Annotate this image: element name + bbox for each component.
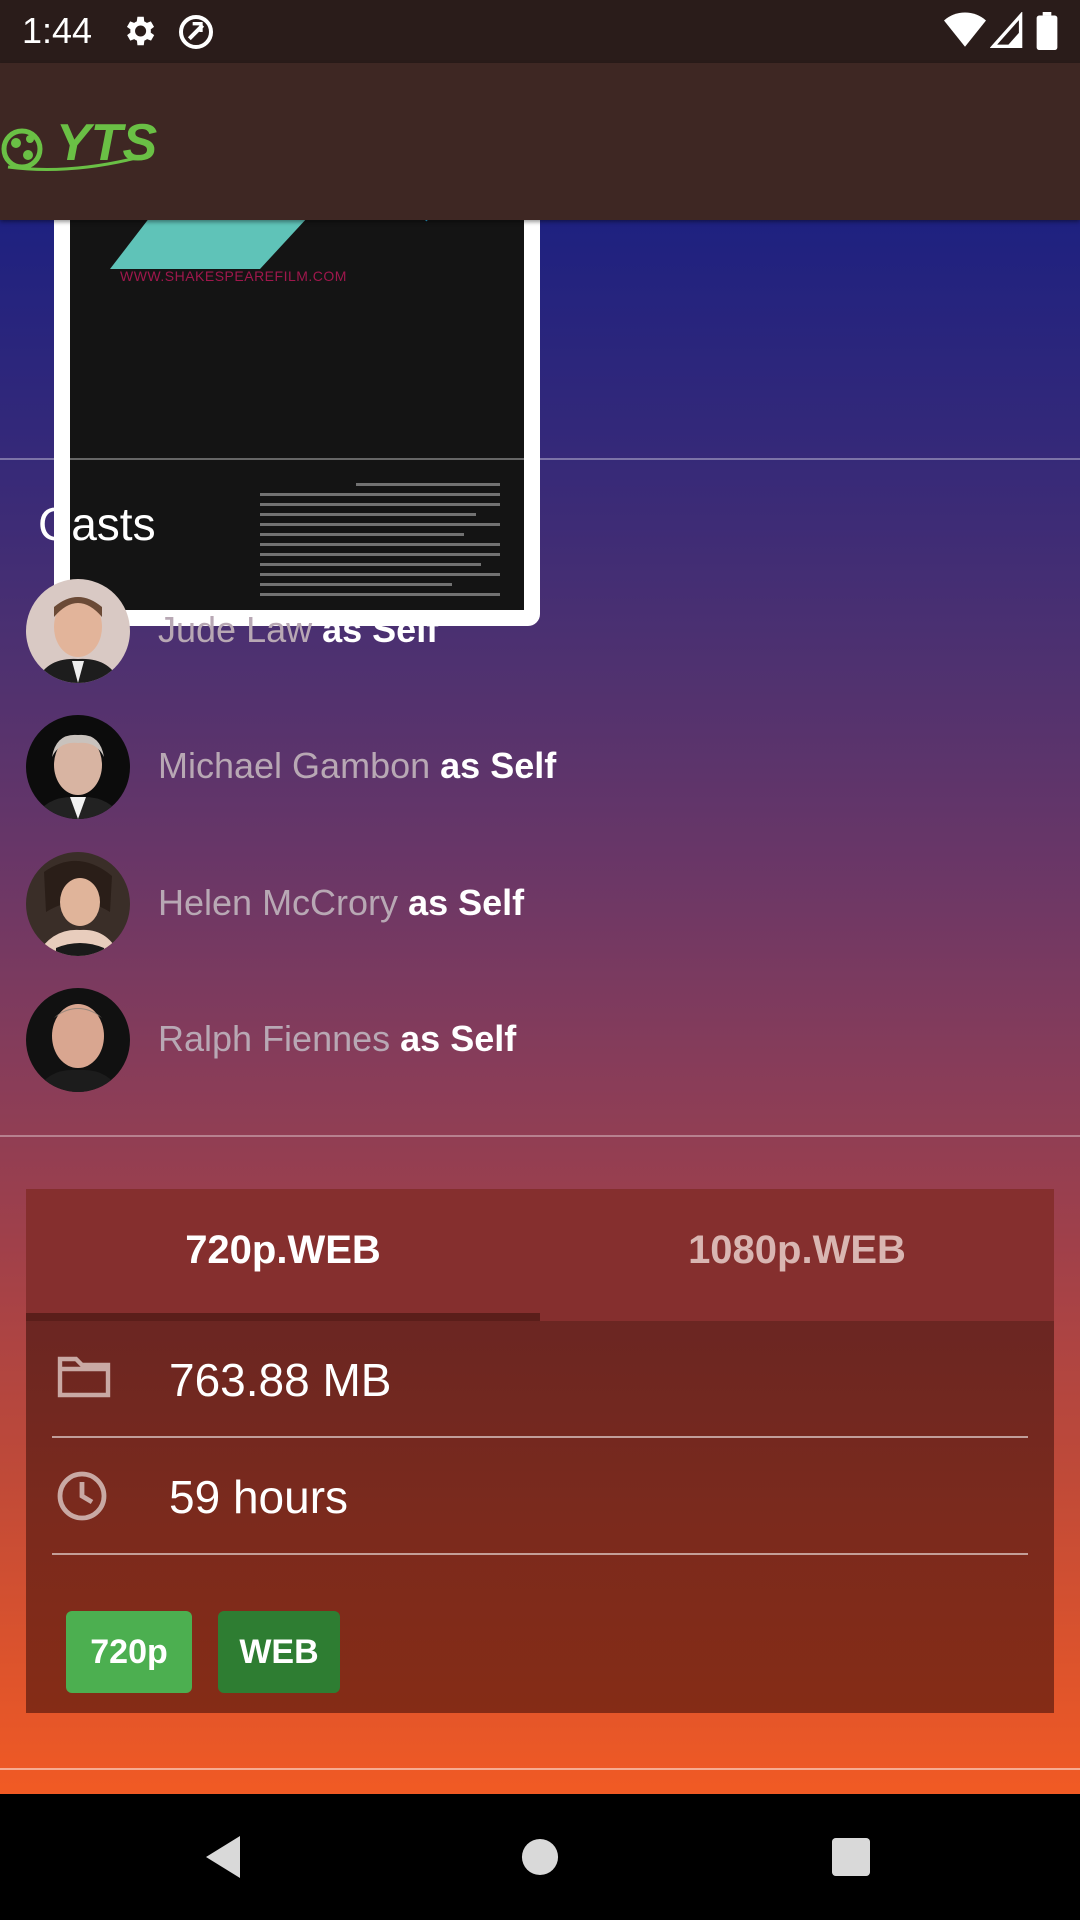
tab-1080p-web[interactable]: 1080p.WEB: [540, 1189, 1054, 1321]
cast-name: Ralph Fiennes: [158, 1018, 391, 1059]
row-divider: [52, 1553, 1028, 1555]
section-divider: [0, 1768, 1080, 1770]
cast-avatar: [26, 852, 130, 956]
poster-url-text: WWW.SHAKESPEAREFILM.COM: [120, 268, 347, 284]
yts-logo[interactable]: YTS: [0, 109, 157, 179]
navigation-bar: [0, 1794, 1080, 1920]
cast-item[interactable]: Ralph Fiennes as Self: [26, 988, 1026, 1092]
app-bar: YTS: [0, 63, 1080, 220]
folder-icon: [56, 1353, 112, 1404]
recents-icon[interactable]: [832, 1838, 870, 1881]
poster-image: WWW.SHAKESPEAREFILM.COM: [70, 220, 524, 610]
poster-credits: [260, 476, 500, 596]
cast-item[interactable]: Helen McCrory as Self: [26, 852, 1026, 956]
battery-icon: [1036, 12, 1058, 55]
status-time: 1:44: [22, 10, 93, 51]
movie-poster: WWW.SHAKESPEAREFILM.COM: [54, 220, 540, 626]
cast-name: Helen McCrory: [158, 882, 399, 923]
movie-details-content[interactable]: WWW.SHAKESPEAREFILM.COM Casts Jude Law a…: [0, 220, 1080, 1794]
torrent-details: 763.88 MB 59 hours 720p WEB: [26, 1321, 1054, 1713]
torrent-card: 720p.WEB 1080p.WEB 763.88 MB 59 hours 72…: [26, 1189, 1054, 1713]
runtime: 59 hours: [169, 1471, 349, 1523]
cast-role: as Self: [400, 1018, 517, 1059]
back-icon[interactable]: [204, 1834, 244, 1885]
casts-heading: Casts: [38, 498, 156, 550]
type-badge: WEB: [218, 1611, 340, 1693]
cell-signal-icon: [989, 11, 1024, 55]
cast-role: as Self: [440, 745, 557, 786]
cast-role: as Self: [322, 609, 439, 650]
runtime-row: 59 hours: [26, 1438, 1054, 1553]
tab-indicator: [26, 1313, 540, 1321]
quality-tabs: 720p.WEB 1080p.WEB: [26, 1189, 1054, 1321]
cast-avatar: [26, 579, 130, 683]
file-size-row: 763.88 MB: [26, 1321, 1054, 1436]
logo-text: YTS: [56, 114, 158, 172]
cast-item[interactable]: Jude Law as Self: [26, 579, 1026, 683]
cast-name: Michael Gambon: [158, 745, 431, 786]
section-divider: [0, 1135, 1080, 1137]
file-size: 763.88 MB: [169, 1354, 392, 1406]
wifi-icon: [944, 12, 986, 55]
home-icon[interactable]: [521, 1838, 559, 1881]
do-not-disturb-icon: [176, 12, 216, 57]
clock-icon: [56, 1470, 108, 1527]
status-bar: 1:44: [0, 0, 1080, 63]
settings-icon: [120, 12, 158, 55]
cast-avatar: [26, 988, 130, 1092]
cast-avatar: [26, 715, 130, 819]
cast-name: Jude Law: [158, 609, 313, 650]
cast-role: as Self: [408, 882, 525, 923]
cast-item[interactable]: Michael Gambon as Self: [26, 715, 1026, 819]
tab-720p-web[interactable]: 720p.WEB: [26, 1189, 540, 1321]
quality-badge: 720p: [66, 1611, 192, 1693]
section-divider: [0, 458, 1080, 460]
